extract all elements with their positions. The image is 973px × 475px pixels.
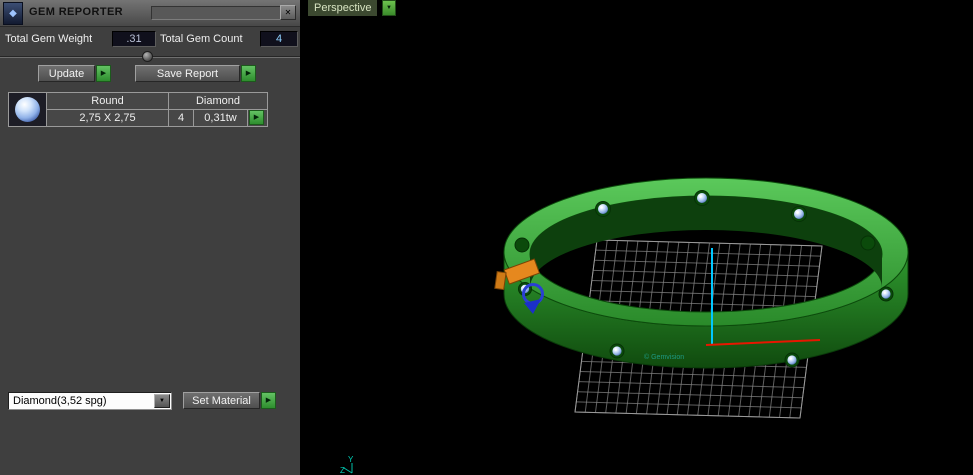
material-density: (3,52 spg)	[57, 395, 107, 407]
viewport-watermark: © Gemvision	[644, 353, 684, 361]
close-button[interactable]: ✕	[280, 5, 296, 20]
play-icon: ▶	[253, 114, 260, 121]
titlebar-groove	[151, 6, 281, 20]
gem-row-weight: 0,31tw	[193, 109, 248, 127]
dropdown-arrow-button[interactable]: ▼	[154, 394, 170, 408]
bezel-setting	[514, 237, 530, 253]
play-icon: ▶	[245, 69, 252, 77]
gem-row-select-button[interactable]: ▶	[249, 110, 264, 125]
gem-reporter-panel: ◆ GEM REPORTER ✕ Total Gem Weight .31 To…	[0, 0, 301, 475]
axis-z-label: Z	[340, 466, 345, 475]
total-count-label: Total Gem Count	[160, 33, 243, 45]
set-material-run-button[interactable]: ▶	[261, 392, 276, 409]
total-weight-value: .31	[112, 31, 156, 47]
column-header-shape: Round	[46, 92, 169, 110]
total-count-value: 4	[260, 31, 298, 47]
total-count-text: 4	[275, 33, 283, 45]
gem-thumbnail	[15, 97, 40, 122]
gem-stone	[878, 286, 894, 302]
save-report-button[interactable]: Save Report	[135, 65, 240, 82]
gem-stone	[609, 343, 625, 359]
bezel-setting	[860, 235, 876, 251]
save-report-run-button[interactable]: ▶	[241, 65, 256, 82]
total-weight-text: .31	[126, 33, 142, 45]
play-icon: ▶	[265, 396, 272, 404]
column-header-material: Diamond	[168, 92, 268, 110]
view-mode-dropdown-button[interactable]: ▼	[382, 0, 396, 16]
chevron-down-icon: ▼	[386, 4, 392, 11]
gem-table: Round Diamond 2,75 X 2,75 4 0,31tw	[8, 92, 268, 127]
axis-tripod: Y Z	[340, 455, 354, 475]
view-mode-label: Perspective	[314, 2, 372, 14]
viewport-3d[interactable]: © Gemvision Y Z Perspective ▼	[300, 0, 973, 475]
gem-stone	[694, 190, 710, 206]
chevron-down-icon: ▼	[159, 398, 165, 404]
app-icon: ◆	[3, 2, 23, 25]
total-weight-label: Total Gem Weight	[5, 33, 93, 45]
slider-knob[interactable]	[142, 51, 153, 62]
titlebar[interactable]: ◆ GEM REPORTER ✕	[0, 0, 300, 27]
view-mode-button[interactable]: Perspective	[308, 0, 378, 16]
scene-canvas[interactable]: © Gemvision Y Z	[300, 0, 973, 475]
screen: ◆ GEM REPORTER ✕ Total Gem Weight .31 To…	[0, 0, 973, 475]
close-icon: ✕	[284, 7, 292, 17]
axis-y-label: Y	[348, 455, 354, 464]
material-dropdown[interactable]: Diamond (3,52 spg) ▼	[8, 392, 172, 410]
set-material-button[interactable]: Set Material	[183, 392, 260, 409]
material-name: Diamond	[13, 395, 58, 407]
gem-thumbnail-cell	[8, 92, 47, 127]
update-run-button[interactable]: ▶	[96, 65, 111, 82]
panel-title: GEM REPORTER	[29, 6, 124, 18]
gem-row-count: 4	[168, 109, 194, 127]
gem-row-size: 2,75 X 2,75	[46, 109, 169, 127]
gem-stone	[595, 201, 611, 217]
gem-icon: ◆	[9, 8, 17, 19]
update-button[interactable]: Update	[38, 65, 95, 82]
gem-stone	[791, 206, 807, 222]
play-icon: ▶	[100, 69, 107, 77]
gem-stone	[784, 352, 800, 368]
